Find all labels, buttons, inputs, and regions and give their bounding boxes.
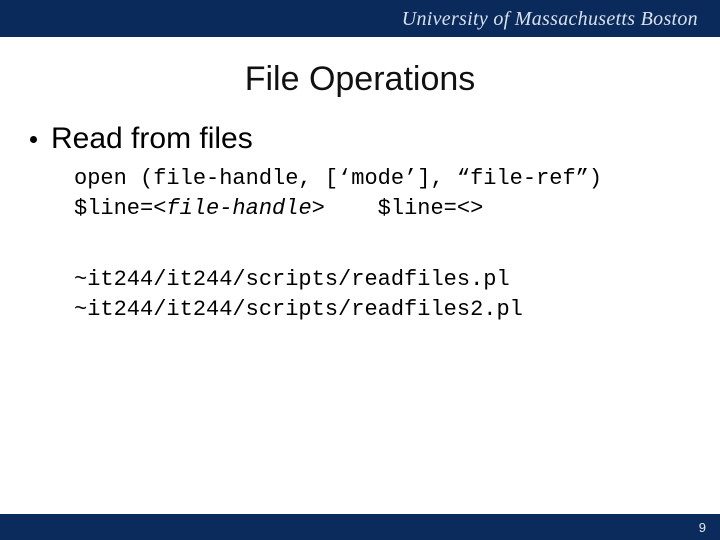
bullet-text: Read from files — [51, 122, 253, 156]
footer-bar: 9 — [0, 514, 720, 540]
code-line-1: open (file-handle, [‘mode’], “file-ref”) — [74, 166, 602, 191]
code-line-2-italic: file-handle — [166, 196, 311, 221]
slide-content: Read from files open (file-handle, [‘mod… — [30, 122, 690, 325]
code-line-2-suffix: > $line=<> — [312, 196, 484, 221]
code-line-2-prefix: $line=< — [74, 196, 166, 221]
institution-name: University of Massachusetts Boston — [402, 8, 698, 31]
code-block-2: ~it244/it244/scripts/readfiles.pl ~it244… — [74, 265, 690, 324]
code-block-1: open (file-handle, [‘mode’], “file-ref”)… — [74, 164, 690, 223]
bullet-dot-icon — [30, 136, 37, 143]
code-path-1: ~it244/it244/scripts/readfiles.pl — [74, 267, 510, 292]
code-path-2: ~it244/it244/scripts/readfiles2.pl — [74, 297, 523, 322]
slide: University of Massachusetts Boston File … — [0, 0, 720, 540]
bullet-item: Read from files — [30, 122, 690, 156]
page-number: 9 — [699, 520, 706, 535]
header-bar: University of Massachusetts Boston — [0, 0, 720, 40]
slide-title: File Operations — [0, 60, 720, 99]
